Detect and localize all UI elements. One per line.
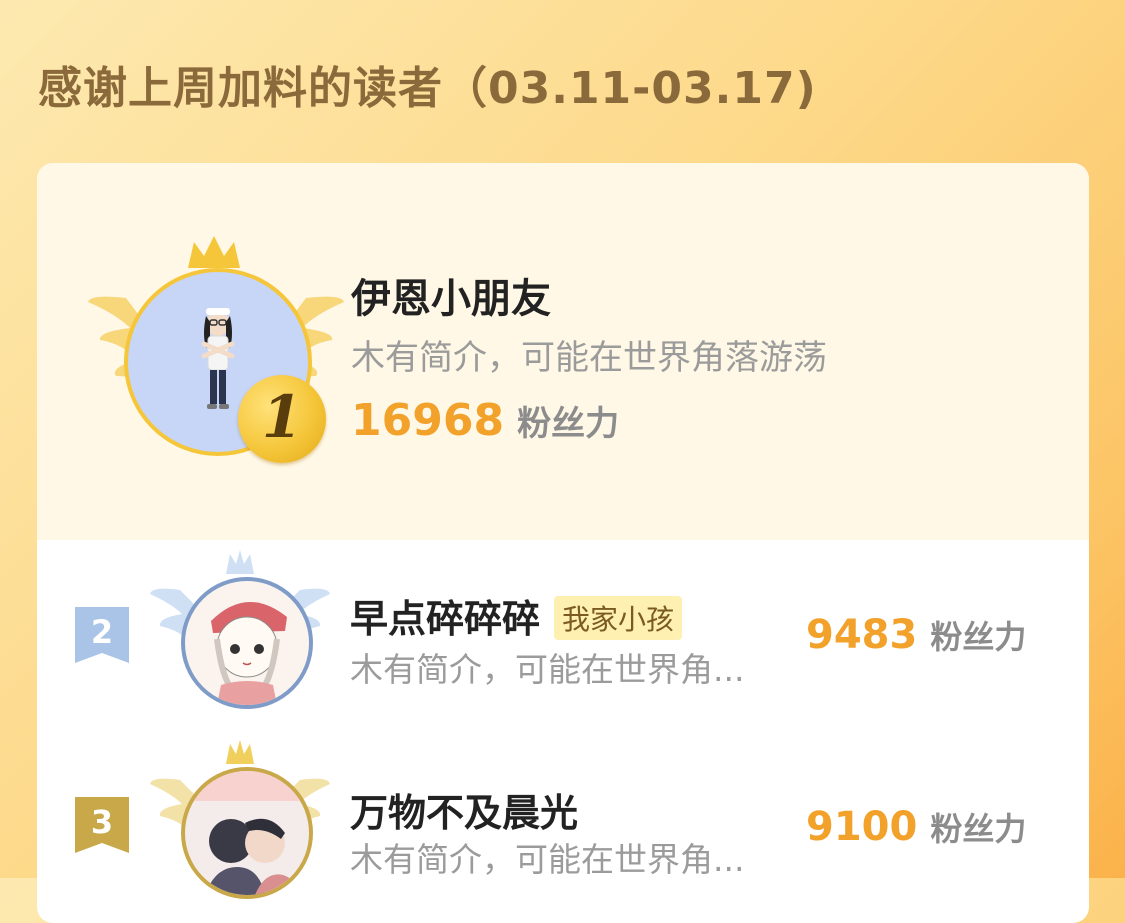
rank-3-number: 3	[90, 803, 114, 841]
reader-2-score: 9483 粉丝力	[806, 612, 1026, 658]
rank-2-badge: 2	[75, 607, 129, 663]
rank-3-badge: 3	[75, 797, 129, 853]
top-reader-name[interactable]: 伊恩小朋友	[351, 266, 551, 324]
reader-3-score: 9100 粉丝力	[806, 804, 1026, 850]
reader-3-score-value: 9100	[806, 804, 918, 850]
top-reader-score-unit: 粉丝力	[517, 404, 620, 444]
top-reader-score: 16968 粉丝力	[351, 395, 619, 446]
reader-2-name-text: 早点碎碎碎	[350, 597, 541, 641]
rank-1-number: 1	[261, 383, 303, 451]
anime-girl-avatar-image	[211, 601, 287, 705]
reader-3-intro: 木有简介，可能在世界角...	[350, 840, 745, 879]
page-title: 感谢上周加料的读者（03.11-03.17)	[38, 63, 817, 114]
reader-3-name[interactable]: 万物不及晨光	[350, 782, 578, 837]
rank-2-number: 2	[90, 613, 114, 651]
top-reader-score-value: 16968	[351, 395, 505, 446]
reader-2-tag: 我家小孩	[554, 595, 683, 640]
top-reader-intro: 木有简介，可能在世界角落游荡	[351, 338, 827, 378]
reader-2-score-unit: 粉丝力	[930, 618, 1027, 656]
reader-3-avatar[interactable]	[181, 767, 313, 899]
reader-2-avatar[interactable]	[181, 577, 313, 709]
reader-2-intro: 木有简介，可能在世界角...	[350, 650, 745, 689]
reader-3-score-unit: 粉丝力	[930, 810, 1027, 848]
couple-illustration-avatar-image	[185, 771, 309, 895]
reader-2-name[interactable]: 早点碎碎碎 我家小孩	[350, 588, 683, 644]
reader-2-score-value: 9483	[806, 612, 918, 658]
rank-1-medal: 1	[238, 375, 326, 463]
